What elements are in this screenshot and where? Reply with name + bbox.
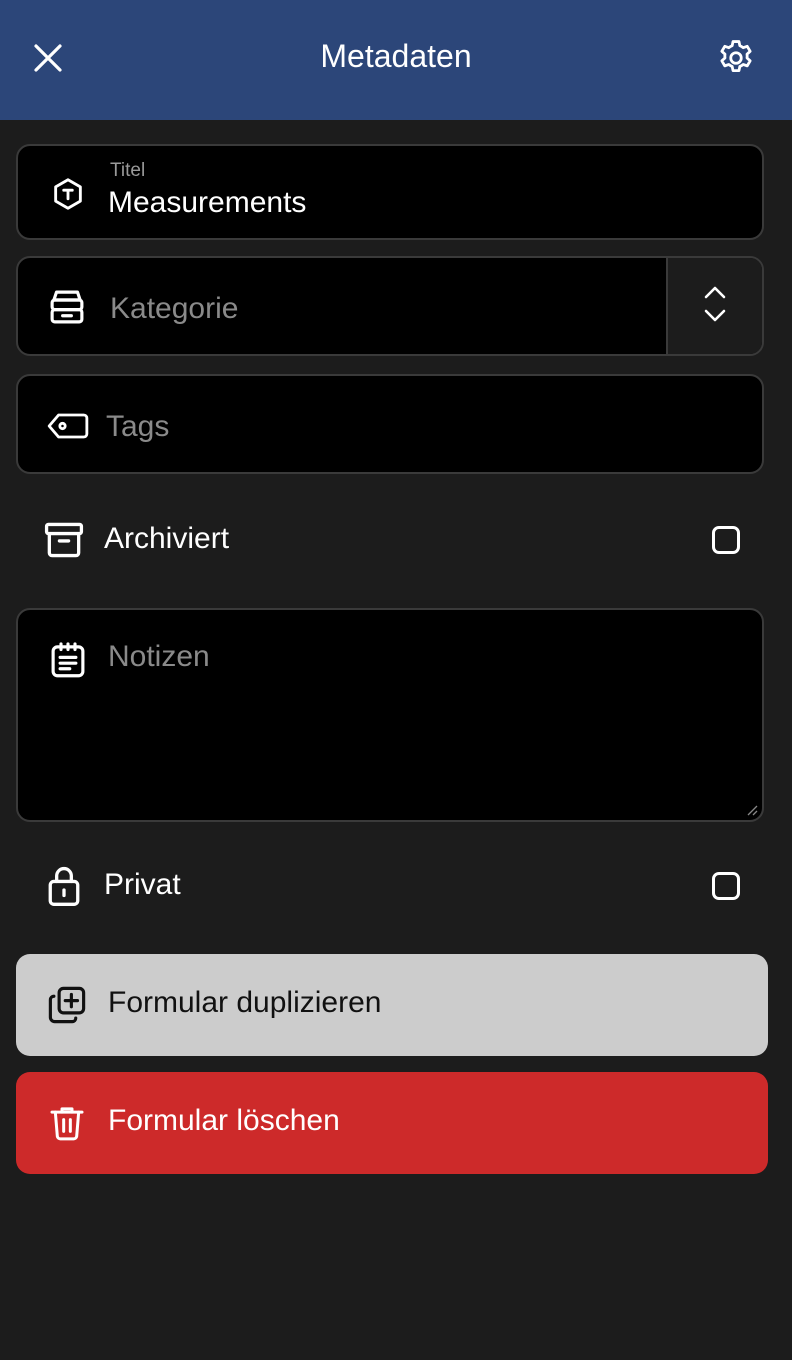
tags-placeholder: Tags: [106, 410, 170, 443]
lock-icon: [44, 864, 84, 908]
archived-row: Archiviert: [0, 500, 792, 580]
category-select[interactable]: Kategorie: [16, 256, 764, 356]
chevron-up-down-icon: [701, 284, 729, 329]
duplicate-icon: [46, 984, 88, 1026]
page-title: Metadaten: [320, 38, 472, 74]
archive-icon: [42, 518, 86, 562]
stack-icon: [46, 286, 88, 328]
tag-icon: [46, 406, 90, 446]
top-bar: Metadaten: [0, 0, 792, 120]
tags-field[interactable]: Tags: [16, 374, 764, 474]
notes-textarea[interactable]: Notizen: [16, 608, 764, 822]
category-placeholder: Kategorie: [110, 292, 239, 325]
title-field[interactable]: Titel Measurements: [16, 144, 764, 240]
resize-grip-icon[interactable]: [744, 802, 758, 816]
title-hexagon-icon: [48, 174, 88, 214]
delete-form-button[interactable]: Formular löschen: [16, 1072, 768, 1174]
private-checkbox[interactable]: [712, 872, 740, 900]
title-field-value: Measurements: [108, 186, 307, 219]
archived-checkbox[interactable]: [712, 526, 740, 554]
title-field-label: Titel: [110, 160, 146, 181]
notes-icon: [46, 638, 90, 682]
gear-icon: [715, 37, 757, 84]
category-dropdown-toggle[interactable]: [666, 258, 762, 354]
duplicate-form-button[interactable]: Formular duplizieren: [16, 954, 768, 1056]
settings-button[interactable]: [712, 36, 760, 84]
trash-icon: [46, 1102, 88, 1144]
duplicate-form-label: Formular duplizieren: [108, 986, 382, 1019]
delete-form-label: Formular löschen: [108, 1104, 340, 1137]
archived-label: Archiviert: [104, 522, 230, 555]
private-label: Privat: [104, 868, 181, 901]
notes-placeholder: Notizen: [108, 640, 210, 673]
private-row: Privat: [0, 846, 792, 926]
